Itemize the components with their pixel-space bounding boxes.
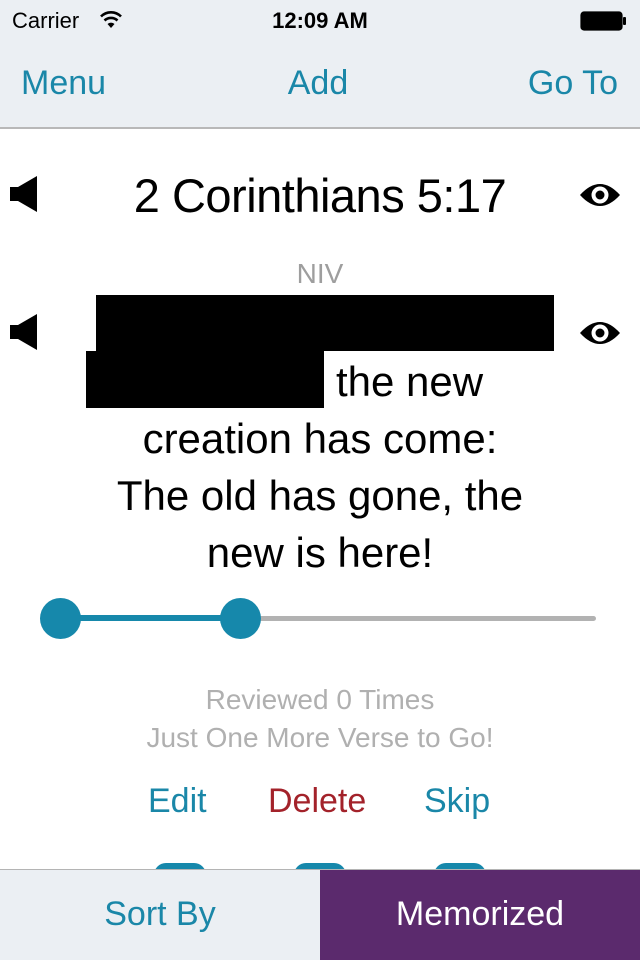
edit-button[interactable]: Edit xyxy=(148,782,207,821)
slider-start-dot xyxy=(40,598,81,639)
slider-fill xyxy=(60,615,240,621)
battery-icon xyxy=(580,11,626,31)
redaction-block xyxy=(96,295,554,351)
navigation-bar: Menu Add Go To xyxy=(0,40,640,129)
verse-reference: 2 Corinthians 5:17 xyxy=(133,169,507,222)
verse-text-line-2: the new xyxy=(336,358,484,405)
redaction-block xyxy=(86,351,324,408)
go-to-button[interactable]: Go To xyxy=(528,64,618,103)
verse-text-line-3: creation has come: xyxy=(142,415,498,462)
eye-icon[interactable] xyxy=(578,180,622,210)
status-time: 12:09 AM xyxy=(272,8,368,33)
progress-slider[interactable] xyxy=(40,598,596,640)
bible-version: NIV xyxy=(296,258,344,289)
bottom-tab-bar: Sort By Memorized xyxy=(0,869,640,960)
status-bar: Carrier 12:09 AM xyxy=(0,0,640,40)
speaker-icon[interactable] xyxy=(8,313,40,353)
remaining-message: Just One More Verse to Go! xyxy=(146,722,494,753)
slider-thumb[interactable] xyxy=(220,598,261,639)
verse-text-line-5: new is here! xyxy=(206,529,434,576)
eye-icon[interactable] xyxy=(578,318,622,348)
memorized-button[interactable]: Memorized xyxy=(320,870,640,960)
sort-by-button[interactable]: Sort By xyxy=(0,870,320,960)
review-count: Reviewed 0 Times xyxy=(205,684,435,715)
skip-button[interactable]: Skip xyxy=(424,782,490,821)
verse-text-line-4: The old has gone, the xyxy=(116,472,524,519)
delete-button[interactable]: Delete xyxy=(268,782,366,821)
